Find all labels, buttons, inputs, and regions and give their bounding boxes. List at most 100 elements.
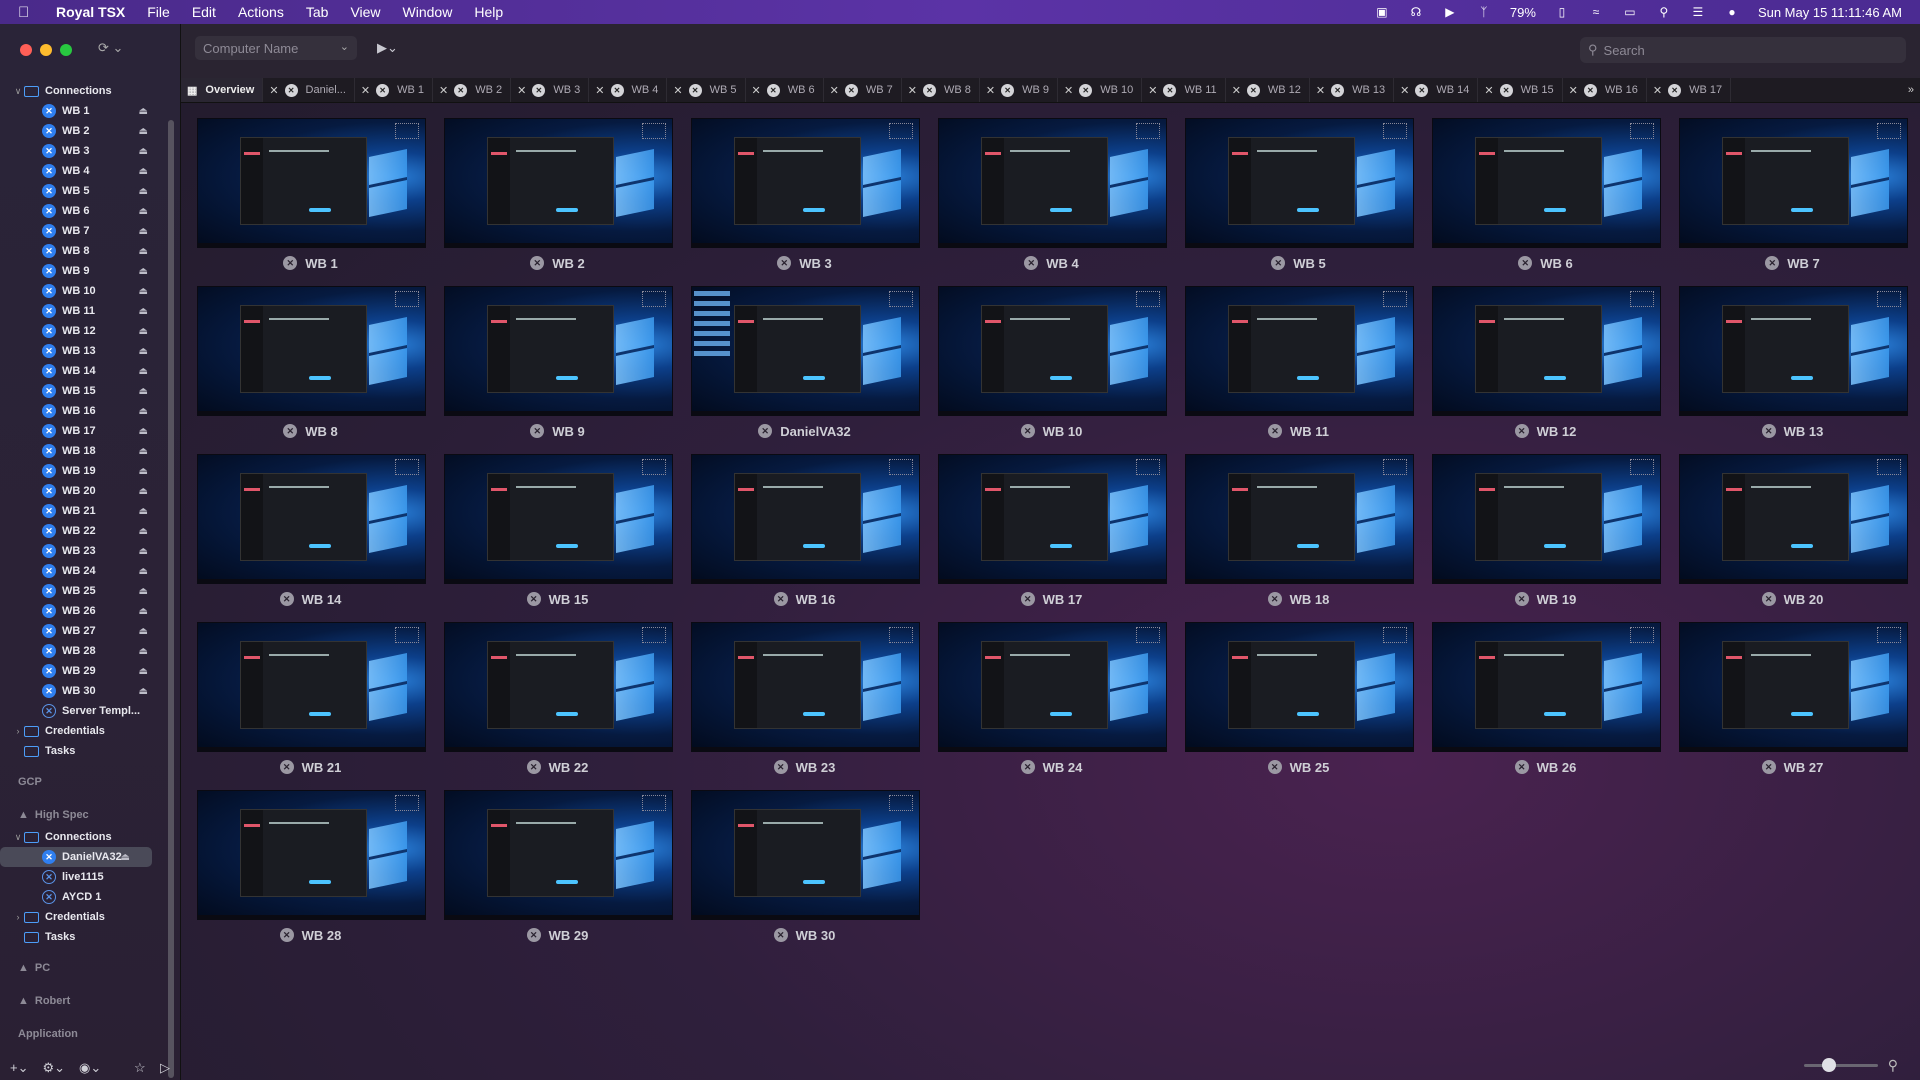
- eject-icon[interactable]: ⏏: [139, 346, 148, 357]
- section-robert[interactable]: ▲ Robert: [0, 980, 170, 1013]
- session-tile[interactable]: ✕ WB 5: [1185, 118, 1414, 278]
- sidebar-item-aycd-1[interactable]: ✕ AYCD 1: [0, 887, 170, 907]
- session-tile[interactable]: ✕ WB 1: [197, 118, 426, 278]
- session-thumbnail[interactable]: [938, 622, 1167, 752]
- headphones-icon[interactable]: ☊: [1408, 5, 1424, 19]
- tab-11[interactable]: ✕ ✕ WB 11: [1142, 78, 1226, 102]
- sidebar-item-wb-27[interactable]: ✕ WB 27 ⏏: [0, 621, 170, 641]
- session-thumbnail[interactable]: [197, 790, 426, 920]
- session-tile[interactable]: ✕ WB 30: [691, 790, 920, 950]
- gear-icon[interactable]: ⚙⌄: [42, 1060, 65, 1076]
- session-tile[interactable]: ✕ WB 25: [1185, 622, 1414, 782]
- eject-icon[interactable]: ⏏: [139, 626, 148, 637]
- eject-icon[interactable]: ⏏: [139, 506, 148, 517]
- sidebar-item-wb-30[interactable]: ✕ WB 30 ⏏: [0, 681, 170, 701]
- session-thumbnail[interactable]: [197, 118, 426, 248]
- sidebar-item-wb-14[interactable]: ✕ WB 14 ⏏: [0, 361, 170, 381]
- eject-icon[interactable]: ⏏: [139, 266, 148, 277]
- close-tab-icon[interactable]: ✕: [986, 84, 995, 97]
- session-tile[interactable]: ✕ DanielVA32: [691, 286, 920, 446]
- siri-icon[interactable]: ●: [1724, 5, 1740, 19]
- folder-hs-credentials[interactable]: › Credentials: [0, 907, 170, 927]
- session-thumbnail[interactable]: [1679, 118, 1908, 248]
- close-tab-icon[interactable]: ✕: [1569, 84, 1578, 97]
- tab-10[interactable]: ✕ ✕ WB 10: [1058, 78, 1143, 102]
- tab-16[interactable]: ✕ ✕ WB 16: [1563, 78, 1647, 102]
- section-application[interactable]: Application: [0, 1013, 170, 1046]
- session-tile[interactable]: ✕ WB 6: [1432, 118, 1661, 278]
- eject-icon[interactable]: ⏏: [139, 426, 148, 437]
- sidebar-item-wb-21[interactable]: ✕ WB 21 ⏏: [0, 501, 170, 521]
- session-tile[interactable]: ✕ WB 14: [197, 454, 426, 614]
- eject-icon[interactable]: ⏏: [139, 606, 148, 617]
- more-tabs-icon[interactable]: »: [1908, 84, 1920, 96]
- sidebar-item-wb-24[interactable]: ✕ WB 24 ⏏: [0, 561, 170, 581]
- sidebar-item-live1115[interactable]: ✕ live1115: [0, 867, 170, 887]
- tab-5[interactable]: ✕ ✕ WB 5: [667, 78, 746, 102]
- sidebar-item-wb-6[interactable]: ✕ WB 6 ⏏: [0, 201, 170, 221]
- app-name-menu[interactable]: Royal TSX: [56, 4, 125, 20]
- tab-4[interactable]: ✕ ✕ WB 4: [589, 78, 668, 102]
- section-gcp[interactable]: GCP: [0, 761, 170, 794]
- close-tab-icon[interactable]: ✕: [1064, 84, 1073, 97]
- sidebar-item-wb-13[interactable]: ✕ WB 13 ⏏: [0, 341, 170, 361]
- add-icon[interactable]: +⌄: [10, 1060, 28, 1076]
- eject-icon[interactable]: ⏏: [139, 446, 148, 457]
- sidebar-item-wb-4[interactable]: ✕ WB 4 ⏏: [0, 161, 170, 181]
- session-thumbnail[interactable]: [938, 286, 1167, 416]
- tab-6[interactable]: ✕ ✕ WB 6: [746, 78, 824, 102]
- sidebar-action-menu[interactable]: ⟳ ⌄: [98, 40, 123, 56]
- session-thumbnail[interactable]: [197, 286, 426, 416]
- session-tile[interactable]: ✕ WB 20: [1679, 454, 1908, 614]
- eject-icon[interactable]: ⏏: [139, 486, 148, 497]
- session-tile[interactable]: ✕ WB 9: [444, 286, 673, 446]
- close-tab-icon[interactable]: ✕: [1232, 84, 1241, 97]
- eject-icon[interactable]: ⏏: [139, 366, 148, 377]
- session-thumbnail[interactable]: [444, 790, 673, 920]
- play-icon[interactable]: ▷: [160, 1060, 170, 1076]
- sidebar-item-wb-15[interactable]: ✕ WB 15 ⏏: [0, 381, 170, 401]
- sidebar-item-wb-10[interactable]: ✕ WB 10 ⏏: [0, 281, 170, 301]
- eject-icon[interactable]: ⏏: [139, 646, 148, 657]
- session-thumbnail[interactable]: [1679, 286, 1908, 416]
- session-tile[interactable]: ✕ WB 28: [197, 790, 426, 950]
- session-thumbnail[interactable]: [444, 286, 673, 416]
- folder-credentials[interactable]: › Credentials: [0, 721, 170, 741]
- sidebar-item-wb-25[interactable]: ✕ WB 25 ⏏: [0, 581, 170, 601]
- section-pc[interactable]: ▲ PC: [0, 947, 170, 980]
- eject-icon[interactable]: ⏏: [139, 566, 148, 577]
- session-tile[interactable]: ✕ WB 10: [938, 286, 1167, 446]
- menu-window[interactable]: Window: [403, 4, 453, 20]
- zoom-slider-knob[interactable]: [1821, 1058, 1836, 1072]
- eject-icon[interactable]: ⏏: [139, 686, 148, 697]
- session-tile[interactable]: ✕ WB 24: [938, 622, 1167, 782]
- session-tile[interactable]: ✕ WB 13: [1679, 286, 1908, 446]
- eject-icon[interactable]: ⏏: [139, 386, 148, 397]
- display-icon[interactable]: ▣: [1374, 5, 1390, 19]
- close-tab-icon[interactable]: ✕: [269, 84, 278, 97]
- eject-icon[interactable]: ⏏: [139, 226, 148, 237]
- session-thumbnail[interactable]: [691, 622, 920, 752]
- session-tile[interactable]: ✕ WB 21: [197, 622, 426, 782]
- session-tile[interactable]: ✕ WB 12: [1432, 286, 1661, 446]
- close-tab-icon[interactable]: ✕: [1653, 84, 1662, 97]
- wifi-icon[interactable]: ≈: [1588, 5, 1604, 19]
- sidebar-item-wb-16[interactable]: ✕ WB 16 ⏏: [0, 401, 170, 421]
- minimize-window-button[interactable]: [40, 44, 52, 56]
- folder-hs-connections[interactable]: ∨ Connections: [0, 827, 170, 847]
- eject-icon[interactable]: ⏏: [139, 166, 148, 177]
- eject-icon[interactable]: ⏏: [139, 146, 148, 157]
- tab-17[interactable]: ✕ ✕ WB 17: [1647, 78, 1732, 102]
- session-tile[interactable]: ✕ WB 23: [691, 622, 920, 782]
- folder-tasks[interactable]: Tasks: [0, 741, 170, 761]
- session-thumbnail[interactable]: [1679, 454, 1908, 584]
- sidebar-item-wb-17[interactable]: ✕ WB 17 ⏏: [0, 421, 170, 441]
- session-thumbnail[interactable]: [938, 454, 1167, 584]
- sidebar-item-wb-12[interactable]: ✕ WB 12 ⏏: [0, 321, 170, 341]
- chevron-right-icon[interactable]: ›: [12, 912, 24, 922]
- sidebar-item-wb-28[interactable]: ✕ WB 28 ⏏: [0, 641, 170, 661]
- session-thumbnail[interactable]: [1432, 118, 1661, 248]
- sidebar-item-wb-26[interactable]: ✕ WB 26 ⏏: [0, 601, 170, 621]
- folder-hs-tasks[interactable]: Tasks: [0, 927, 170, 947]
- session-thumbnail[interactable]: [1432, 286, 1661, 416]
